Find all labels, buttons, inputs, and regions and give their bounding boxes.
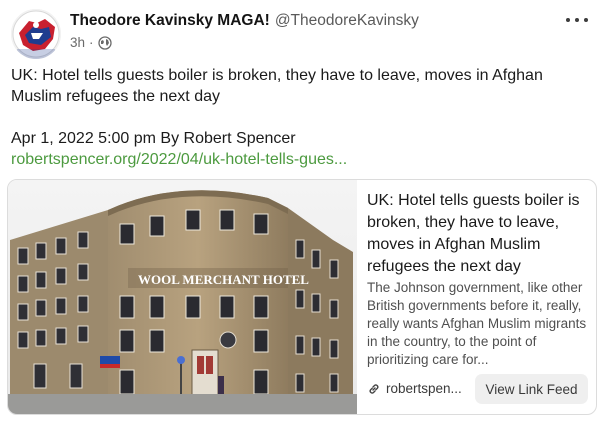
link-card-title[interactable]: UK: Hotel tells guests boiler is broken,… [367,190,589,278]
view-link-feed-button[interactable]: View Link Feed [475,374,588,404]
post-body: UK: Hotel tells guests boiler is broken,… [11,65,591,170]
author-name[interactable]: Theodore Kavinsky MAGA! [70,12,270,29]
author-avatar[interactable] [11,9,61,59]
post-text-byline: Apr 1, 2022 5:00 pm By Robert Spencer [11,130,296,147]
more-options-button[interactable] [566,10,588,30]
link-card-description: The Johnson government, like other Briti… [367,280,587,367]
meta-separator: · [89,35,94,50]
link-card-domain-text: robertspen... [386,381,462,396]
globe-icon [97,35,112,50]
post-link[interactable]: robertspencer.org/2022/04/uk-hotel-tells… [11,151,347,168]
hotel-sign-text: WOOL MERCHANT HOTEL [138,272,309,287]
post-meta: 3h · [70,35,112,50]
more-horizontal-icon [566,18,570,22]
link-card-domain[interactable]: robertspen... [367,381,462,396]
link-preview-card[interactable]: WOOL MERCHANT HOTEL UK: Hotel tells gues… [7,179,597,415]
author-handle[interactable]: @TheodoreKavinsky [275,12,419,29]
post-timestamp[interactable]: 3h [70,35,85,50]
link-preview-image[interactable]: WOOL MERCHANT HOTEL [8,180,357,414]
more-dot [584,18,588,22]
more-dot [575,18,579,22]
post-text-headline: UK: Hotel tells guests boiler is broken,… [11,67,543,105]
avatar-image [11,9,61,59]
author-line: Theodore Kavinsky MAGA! @TheodoreKavinsky [70,11,419,31]
hotel-building-image: WOOL MERCHANT HOTEL [8,180,357,414]
link-icon [367,382,381,396]
social-post: Theodore Kavinsky MAGA! @TheodoreKavinsky… [0,0,602,422]
